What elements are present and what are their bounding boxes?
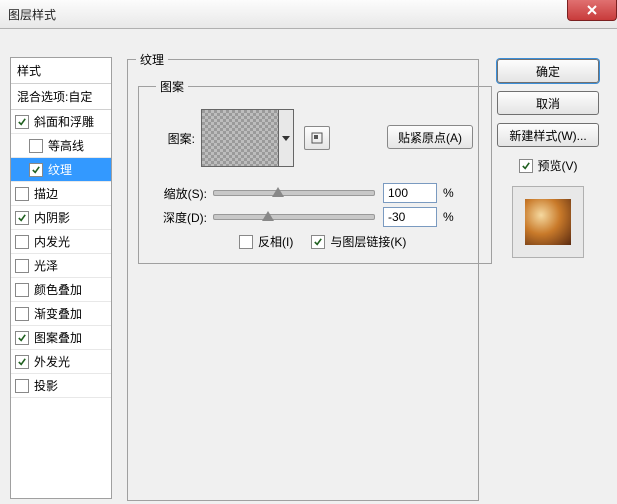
blend-options-row[interactable]: 混合选项:自定 [11,84,111,110]
depth-input[interactable]: -30 [383,207,437,227]
pattern-label: 图案: [151,130,195,147]
depth-slider[interactable] [213,214,375,220]
pattern-thumbnail[interactable] [201,109,279,167]
checkbox-icon [15,379,29,393]
ok-button[interactable]: 确定 [497,59,599,83]
scale-label: 缩放(S): [151,185,207,202]
checkbox-icon [15,283,29,297]
scale-thumb[interactable] [272,187,284,197]
scale-input[interactable]: 100 [383,183,437,203]
style-list: 样式 混合选项:自定 斜面和浮雕等高线纹理描边内阴影内发光光泽颜色叠加渐变叠加图… [10,57,112,499]
close-button[interactable] [567,0,617,21]
style-item-7[interactable]: 颜色叠加 [11,278,111,302]
checkbox-icon [15,235,29,249]
style-item-5[interactable]: 内发光 [11,230,111,254]
depth-thumb[interactable] [262,211,274,221]
checkbox-icon [15,331,29,345]
new-style-button[interactable]: 新建样式(W)... [497,123,599,147]
style-item-label: 纹理 [48,161,72,178]
style-item-label: 内阴影 [34,209,70,226]
checkbox-icon [15,187,29,201]
scale-slider[interactable] [213,190,375,196]
style-item-4[interactable]: 内阴影 [11,206,111,230]
checkbox-icon [29,163,43,177]
checkbox-icon [519,159,533,173]
style-item-label: 内发光 [34,233,70,250]
style-item-label: 投影 [34,377,58,394]
style-item-1[interactable]: 等高线 [11,134,111,158]
pattern-group: 图案 图案: 贴紧原点(A) 缩放(S): 100 % 深度(D): [138,78,492,264]
options-row: 反相(I) 与图层链接(K) [239,233,406,250]
dialog-body: 样式 混合选项:自定 斜面和浮雕等高线纹理描边内阴影内发光光泽颜色叠加渐变叠加图… [0,29,617,504]
window-title: 图层样式 [8,6,56,23]
style-item-label: 描边 [34,185,58,202]
checkbox-icon [15,307,29,321]
checkbox-icon [15,115,29,129]
checkbox-icon [311,235,325,249]
scale-row: 缩放(S): 100 % [151,183,454,203]
texture-panel-title: 纹理 [136,51,168,68]
link-layer-checkbox[interactable]: 与图层链接(K) [311,233,406,250]
checkbox-icon [15,355,29,369]
snap-origin-button[interactable]: 贴紧原点(A) [387,125,473,149]
texture-panel: 纹理 图案 图案: 贴紧原点(A) 缩放(S): 100 % 深 [127,51,479,501]
create-pattern-button[interactable] [304,126,330,150]
style-item-label: 图案叠加 [34,329,82,346]
preview-box [512,186,584,258]
style-item-0[interactable]: 斜面和浮雕 [11,110,111,134]
checkbox-icon [29,139,43,153]
style-item-10[interactable]: 外发光 [11,350,111,374]
style-item-label: 等高线 [48,137,84,154]
preview-image [525,199,571,245]
pattern-group-title: 图案 [156,78,188,95]
new-preset-icon [310,131,324,145]
pattern-dropdown[interactable] [279,109,294,167]
style-item-label: 颜色叠加 [34,281,82,298]
style-item-label: 外发光 [34,353,70,370]
invert-checkbox[interactable]: 反相(I) [239,233,293,250]
scale-unit: % [443,186,454,200]
close-icon [586,4,598,16]
checkbox-icon [15,211,29,225]
depth-row: 深度(D): -30 % [151,207,454,227]
right-column: 确定 取消 新建样式(W)... 预览(V) [493,59,603,258]
style-item-label: 光泽 [34,257,58,274]
style-item-11[interactable]: 投影 [11,374,111,398]
preview-checkbox[interactable]: 预览(V) [519,157,578,174]
style-item-8[interactable]: 渐变叠加 [11,302,111,326]
checkbox-icon [15,259,29,273]
style-item-3[interactable]: 描边 [11,182,111,206]
style-item-label: 斜面和浮雕 [34,113,94,130]
style-item-2[interactable]: 纹理 [11,158,111,182]
depth-label: 深度(D): [151,209,207,226]
title-bar: 图层样式 [0,0,617,29]
checkbox-icon [239,235,253,249]
pattern-row: 图案: [151,109,330,167]
cancel-button[interactable]: 取消 [497,91,599,115]
style-item-label: 渐变叠加 [34,305,82,322]
style-item-6[interactable]: 光泽 [11,254,111,278]
style-list-header[interactable]: 样式 [11,58,111,84]
style-item-9[interactable]: 图案叠加 [11,326,111,350]
depth-unit: % [443,210,454,224]
